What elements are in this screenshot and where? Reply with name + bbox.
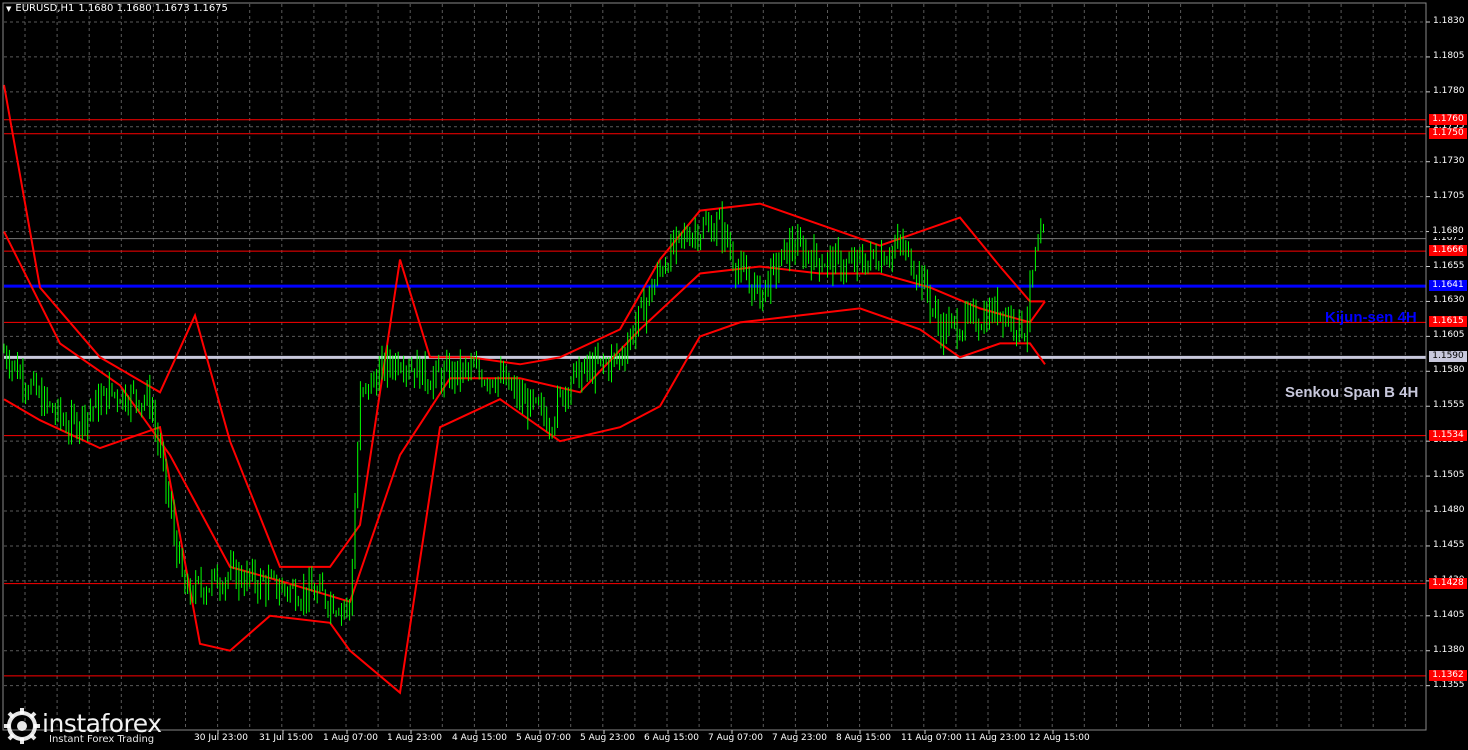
level-price-tag: 1.1760 [1429,113,1467,125]
price-axis-label: 1.1830 [1433,16,1465,26]
level-price-tag: 1.1750 [1429,127,1467,139]
price-axis-label: 1.1505 [1433,470,1465,481]
price-axis-label: 1.1730 [1433,155,1465,166]
symbol-label: EURUSD,H1 [15,3,75,14]
price-axis-label: 1.1580 [1433,365,1465,376]
senkou-price-tag: 1.1590 [1429,351,1467,363]
time-axis-label: 1 Aug 23:00 [387,733,442,743]
level-price-tag: 1.1615 [1429,316,1467,328]
time-axis-label: 7 Aug 07:00 [708,733,763,743]
price-axis-label: 1.1405 [1433,609,1465,620]
dropdown-triangle-icon[interactable]: ▼ [6,5,11,13]
senkou-span-label: Senkou Span B 4H [1285,384,1419,401]
time-axis-label: 6 Aug 15:00 [644,733,699,743]
time-axis-label: 5 Aug 07:00 [516,733,571,743]
price-axis-label: 1.1655 [1433,260,1465,271]
price-axis-label: 1.1380 [1433,644,1465,655]
price-axis-label: 1.1605 [1433,330,1465,341]
time-axis-label: 11 Aug 07:00 [901,733,962,743]
price-axis-label: 1.1455 [1433,539,1465,550]
logo-subtitle: Instant Forex Trading [49,734,155,745]
price-axis-label: 1.1630 [1433,295,1465,306]
level-price-tag: 1.1534 [1429,429,1467,441]
bid-price-tag: 1.1680 [1429,225,1467,237]
price-axis-label: 1.1780 [1433,85,1465,96]
level-price-tag: 1.1666 [1429,245,1467,257]
gear-logo-icon [4,708,40,744]
price-axis-label: 1.1480 [1433,505,1465,516]
level-price-tag: 1.1428 [1429,577,1467,589]
kijun-price-tag: 1.1641 [1429,280,1467,292]
time-axis-label: 30 Jul 23:00 [194,733,248,743]
time-axis-label: 5 Aug 23:00 [580,733,635,743]
price-chart[interactable] [0,0,1468,750]
time-axis-label: 31 Jul 15:00 [259,733,313,743]
time-axis-label: 11 Aug 23:00 [965,733,1026,743]
price-axis-label: 1.1355 [1433,679,1465,690]
ohlc-values: 1.1680 1.1680 1.1673 1.1675 [78,3,228,14]
time-axis-label: 8 Aug 15:00 [836,733,891,743]
time-axis-label: 7 Aug 23:00 [772,733,827,743]
price-axis-label: 1.1805 [1433,50,1465,61]
chart-header: ▼ EURUSD,H1 1.1680 1.1680 1.1673 1.1675 [6,3,228,14]
price-axis-label: 1.1555 [1433,400,1465,411]
time-axis-label: 12 Aug 15:00 [1029,733,1090,743]
time-axis-label: 1 Aug 07:00 [323,733,378,743]
level-price-tag: 1.1362 [1429,669,1467,681]
time-axis-label: 4 Aug 15:00 [452,733,507,743]
price-axis-label: 1.1705 [1433,190,1465,201]
instaforex-logo: instaforex Instant Forex Trading [4,706,180,748]
kijun-sen-label: Kijun-sen 4H [1325,309,1417,326]
